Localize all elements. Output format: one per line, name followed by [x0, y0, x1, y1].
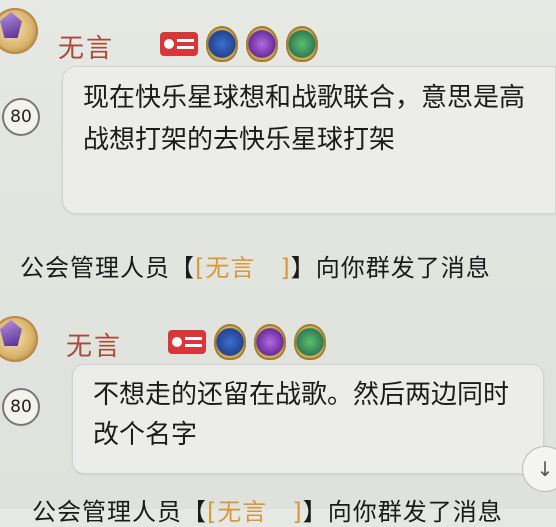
notice-suffix: 】向你群发了消息 [290, 254, 491, 282]
purple-medal-icon[interactable] [246, 26, 278, 62]
avatar[interactable] [0, 316, 44, 392]
green-medal-icon[interactable] [286, 26, 318, 62]
avatar[interactable] [0, 8, 44, 84]
notice-sender[interactable]: [无言 ] [207, 498, 303, 526]
sender-name[interactable]: 无言 [66, 326, 122, 363]
chat-message: 80 无言 现在快乐星球想和战歌联合，意思是高战想打架的去快乐星球打架 [0, 8, 556, 223]
notice-prefix: 公会管理人员【 [32, 498, 207, 526]
arrow-down-icon: ↓ [536, 457, 554, 481]
id-card-icon[interactable] [160, 32, 198, 56]
chat-message: 80 无言 不想走的还留在战歌。然后两边同时改个名字 [0, 316, 556, 486]
badge-row [160, 26, 318, 62]
message-bubble[interactable]: 不想走的还留在战歌。然后两边同时改个名字 [72, 364, 544, 474]
blue-medal-icon[interactable] [206, 26, 238, 62]
notice-suffix: 】向你群发了消息 [302, 498, 503, 526]
purple-medal-icon[interactable] [254, 324, 286, 360]
blue-medal-icon[interactable] [214, 324, 246, 360]
level-badge: 80 [2, 98, 40, 136]
badge-row [168, 324, 326, 360]
green-medal-icon[interactable] [294, 324, 326, 360]
message-text: 不想走的还留在战歌。然后两边同时改个名字 [93, 380, 510, 450]
system-notice: 公会管理人员【[无言 ]】向你群发了消息 [20, 248, 491, 283]
id-card-icon[interactable] [168, 330, 206, 354]
system-notice: 公会管理人员【[无言 ]】向你群发了消息 [32, 492, 503, 527]
message-bubble[interactable]: 现在快乐星球想和战歌联合，意思是高战想打架的去快乐星球打架 [62, 66, 556, 214]
notice-sender[interactable]: [无言 ] [195, 254, 291, 282]
notice-prefix: 公会管理人员【 [20, 254, 195, 282]
level-badge: 80 [2, 388, 40, 426]
sender-name[interactable]: 无言 [58, 28, 114, 65]
message-text: 现在快乐星球想和战歌联合，意思是高战想打架的去快乐星球打架 [83, 83, 526, 155]
